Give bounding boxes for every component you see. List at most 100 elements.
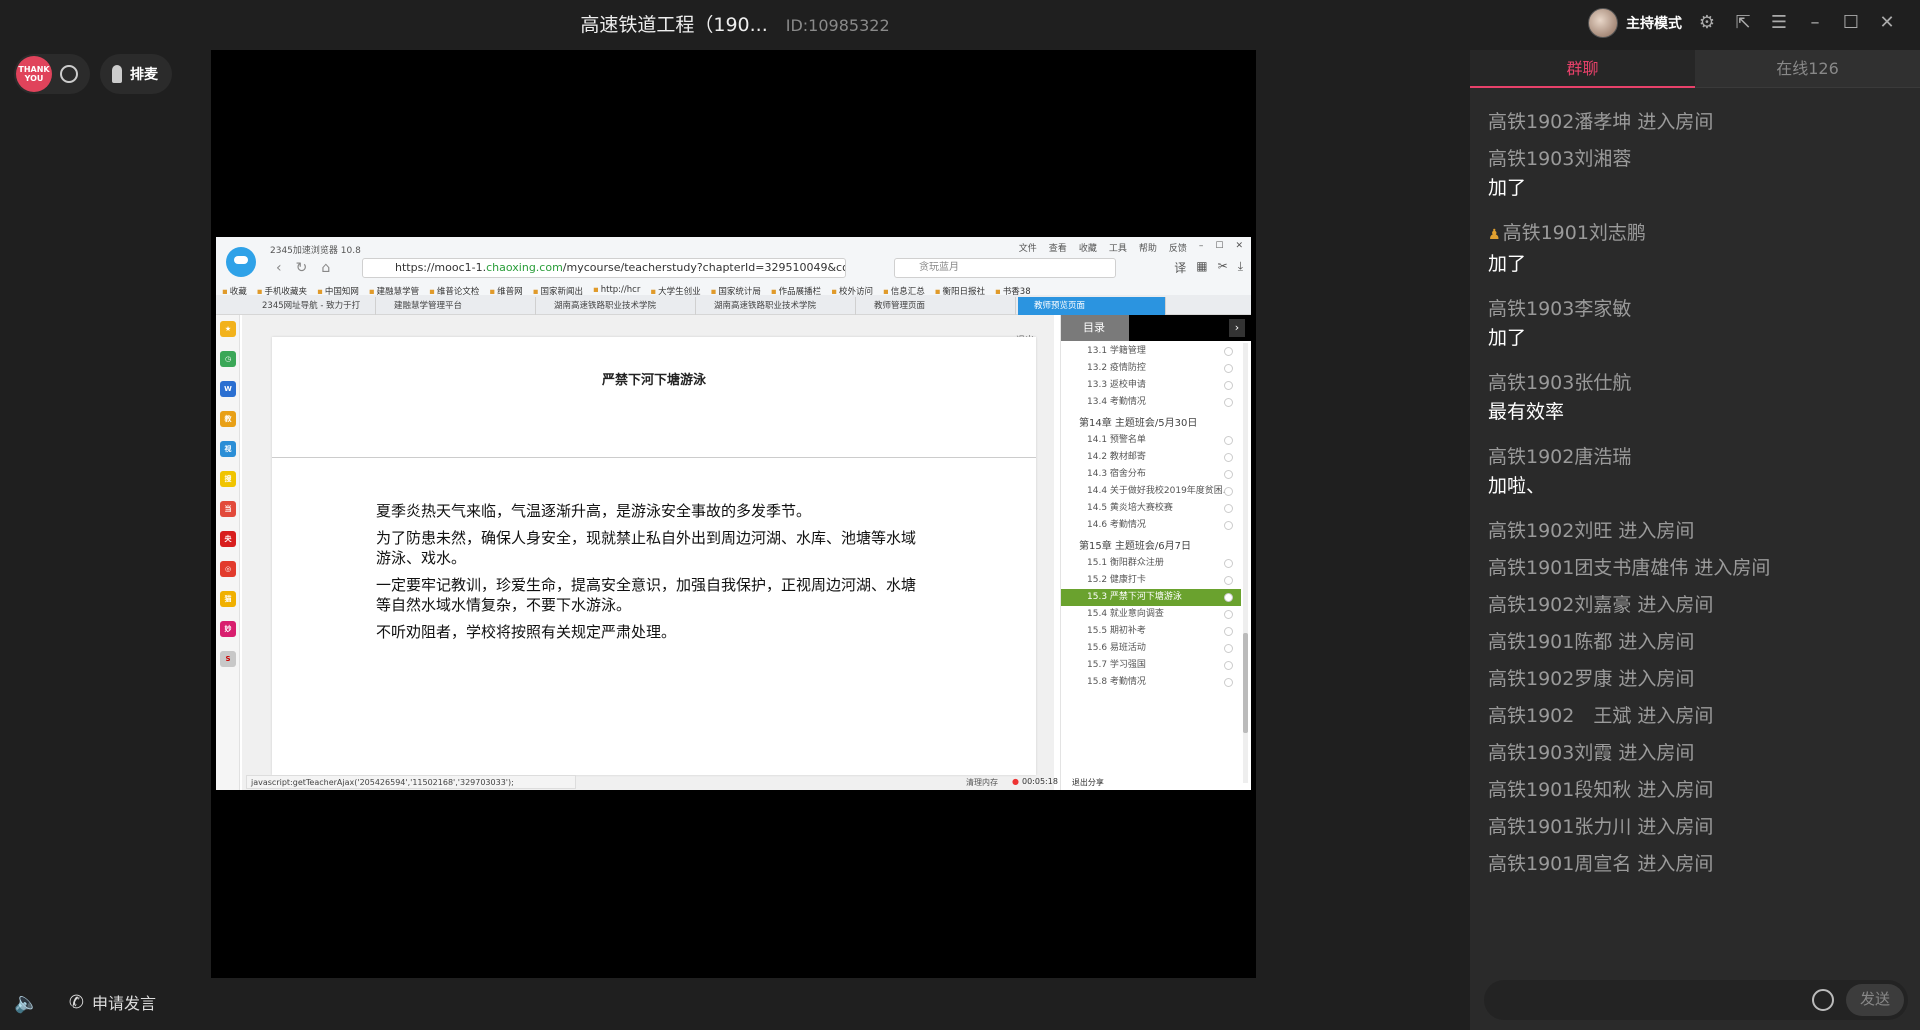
popout-icon[interactable]: ⇱ <box>1732 12 1754 34</box>
search-site-icon[interactable]: 搜 <box>220 471 236 487</box>
catalog-item[interactable]: 15.1 衡阳群众注册 <box>1061 555 1241 572</box>
message-sender: 高铁1901张力川 进入房间 <box>1488 816 1714 838</box>
catalog-item[interactable]: 15.2 健康打卡 <box>1061 572 1241 589</box>
browser-tab[interactable]: 教师管理页面 <box>858 297 1016 315</box>
chapter-heading[interactable]: 第15章 主题班会/6月7日 <box>1061 538 1241 556</box>
catalog-item[interactable]: 14.4 关于做好我校2019年度贫困... <box>1061 483 1241 500</box>
menu-icon[interactable]: ☰ <box>1768 12 1790 34</box>
catalog-item-active[interactable]: 15.3 严禁下河下塘游泳 <box>1061 589 1241 606</box>
back-icon[interactable]: ‹ <box>276 260 282 276</box>
reload-icon[interactable]: ↻ <box>296 260 308 276</box>
catalog-item[interactable]: 14.1 预警名单 <box>1061 432 1241 449</box>
settings-icon[interactable]: ⚙ <box>1696 12 1718 34</box>
browser-tab-active[interactable]: 教师预览页面 <box>1018 297 1166 315</box>
apps-icon[interactable]: ▦ <box>1196 259 1207 276</box>
tab-online[interactable]: 在线126 <box>1695 50 1920 88</box>
shopping-icon[interactable]: 当 <box>220 501 236 517</box>
catalog-item[interactable]: 15.5 期初补考 <box>1061 623 1241 640</box>
chapter-heading[interactable]: 第14章 主题班会/5月30日 <box>1061 415 1241 433</box>
history-icon[interactable]: ◷ <box>220 351 236 367</box>
menu-view[interactable]: 查看 <box>1049 241 1067 254</box>
catalog-item[interactable]: 15.6 易班活动 <box>1061 640 1241 657</box>
catalog-label[interactable]: 目录 <box>1061 315 1129 341</box>
browser-tab[interactable]: 湖南高速铁路职业技术学院 <box>698 297 856 315</box>
menu-file[interactable]: 文件 <box>1019 241 1037 254</box>
star-icon[interactable]: ★ <box>220 321 236 337</box>
message-sender: 高铁1901刘志鹏 <box>1502 222 1646 244</box>
title-bar: 高速铁道工程（190... ID:10985322 主持模式 ⚙ ⇱ ☰ – ☐ … <box>0 0 1920 46</box>
menu-tools[interactable]: 工具 <box>1109 241 1127 254</box>
catalog-item[interactable]: 15.7 学习强国 <box>1061 657 1241 674</box>
stop-share-button[interactable]: 退出分享 <box>1072 777 1104 788</box>
emoji-icon[interactable] <box>1812 989 1834 1011</box>
catalog-item-text: 14.5 黄炎培大赛校赛 <box>1087 503 1173 513</box>
translate-icon[interactable]: 译 <box>1174 259 1186 276</box>
message-list: 高铁1902潘孝坤 进入房间 高铁1903刘湘蓉 加了 ♟ 高铁1901刘志鹏 加了 高铁1… <box>1488 108 1898 887</box>
smile-icon[interactable] <box>60 65 78 83</box>
browser-search[interactable]: 贪玩蓝月 <box>894 258 1116 278</box>
tab-group-chat[interactable]: 群聊 <box>1470 50 1695 88</box>
menu-feedback[interactable]: 反馈 <box>1169 241 1187 254</box>
collapse-icon[interactable]: › <box>1229 319 1245 337</box>
scissors-icon[interactable]: ✂ <box>1218 259 1228 276</box>
catalog-item[interactable]: 14.3 宿舍分布 <box>1061 466 1241 483</box>
app-icon[interactable]: 妙 <box>220 621 236 637</box>
browser-close-icon[interactable]: ✕ <box>1235 241 1243 254</box>
browser-tab[interactable]: 建融慧学管理平台 <box>378 297 536 315</box>
apply-speak-button[interactable]: ✆ 申请发言 <box>69 990 156 1014</box>
speaker-icon[interactable]: 🔈 <box>14 990 39 1014</box>
message-sender: 高铁1903张仕航 <box>1488 372 1632 394</box>
chat-input[interactable] <box>1498 980 1798 1020</box>
close-icon[interactable]: ✕ <box>1876 12 1898 34</box>
chapter-heading-text: 第15章 主题班会/6月7日 <box>1079 541 1191 552</box>
browser-tab[interactable]: 湖南高速铁路职业技术学院 <box>538 297 696 315</box>
catalog-item[interactable]: 15.8 考勤情况 <box>1061 674 1241 691</box>
home-icon[interactable]: ⌂ <box>321 260 330 276</box>
browser-maximize-icon[interactable]: ☐ <box>1215 241 1223 254</box>
paragraph: 不听劝阻者，学校将按照有关规定严肃处理。 <box>376 623 677 641</box>
word-icon[interactable]: W <box>220 381 236 397</box>
host-avatar[interactable] <box>1588 8 1618 38</box>
browser-minimize-icon[interactable]: – <box>1199 241 1204 254</box>
menu-help[interactable]: 帮助 <box>1139 241 1157 254</box>
video-icon[interactable]: 视 <box>220 441 236 457</box>
weibo-icon[interactable]: ◎ <box>220 561 236 577</box>
catalog-item[interactable]: 13.4 考勤情况 <box>1061 394 1241 411</box>
cctv-icon[interactable]: 央 <box>220 531 236 547</box>
education-icon[interactable]: 教 <box>220 411 236 427</box>
catalog-item[interactable]: 14.6 考勤情况 <box>1061 517 1241 534</box>
left-top-controls: THANK YOU 排麦 <box>14 54 172 94</box>
maximize-icon[interactable]: ☐ <box>1840 12 1862 34</box>
catalog-item-text: 15.3 严禁下河下塘游泳 <box>1087 592 1182 602</box>
catalog-item[interactable]: 13.2 疫情防控 <box>1061 360 1241 377</box>
catalog-item[interactable]: 13.1 学籍管理 <box>1061 343 1241 360</box>
user-avatar[interactable]: THANK YOU <box>16 56 52 92</box>
sina-icon[interactable]: S <box>220 651 236 667</box>
message-sender: 高铁1902罗康 进入房间 <box>1488 668 1695 690</box>
chat-message: 高铁1902 王斌 进入房间 <box>1488 702 1898 731</box>
status-dot-icon <box>1224 644 1233 653</box>
catalog-item-text: 14.6 考勤情况 <box>1087 520 1146 530</box>
browser-tab[interactable]: 2345网址导航 - 致力于打 <box>246 297 376 315</box>
queue-mic-button[interactable]: 排麦 <box>100 54 172 94</box>
user-pill[interactable]: THANK YOU <box>14 54 90 94</box>
status-dot-icon <box>1224 364 1233 373</box>
catalog-item[interactable]: 14.5 黄炎培大赛校赛 <box>1061 500 1241 517</box>
send-button[interactable]: 发送 <box>1846 984 1904 1016</box>
catalog-scrollbar[interactable] <box>1243 343 1248 783</box>
chat-scrollbar[interactable] <box>1914 90 1920 970</box>
download-icon[interactable]: ⤓ <box>1238 259 1243 276</box>
message-sender: 高铁1903李家敏 <box>1488 298 1632 320</box>
catalog-item[interactable]: 14.2 教材邮寄 <box>1061 449 1241 466</box>
catalog-item[interactable]: 15.4 就业意向调查 <box>1061 606 1241 623</box>
menu-favorites[interactable]: 收藏 <box>1079 241 1097 254</box>
message-body: 加了 <box>1488 253 1527 275</box>
catalog-item[interactable]: 13.3 返校申请 <box>1061 377 1241 394</box>
news-icon[interactable]: 猫 <box>220 591 236 607</box>
clean-memory[interactable]: 清理内存 <box>966 777 998 788</box>
host-mode-label[interactable]: 主持模式 <box>1626 13 1682 33</box>
address-bar[interactable]: https://mooc1-1.chaoxing.com/mycourse/te… <box>362 258 846 278</box>
minimize-icon[interactable]: – <box>1804 12 1826 34</box>
apply-speak-label: 申请发言 <box>92 994 157 1013</box>
live-classroom-app: 高速铁道工程（190... ID:10985322 主持模式 ⚙ ⇱ ☰ – ☐ … <box>0 0 1920 1030</box>
